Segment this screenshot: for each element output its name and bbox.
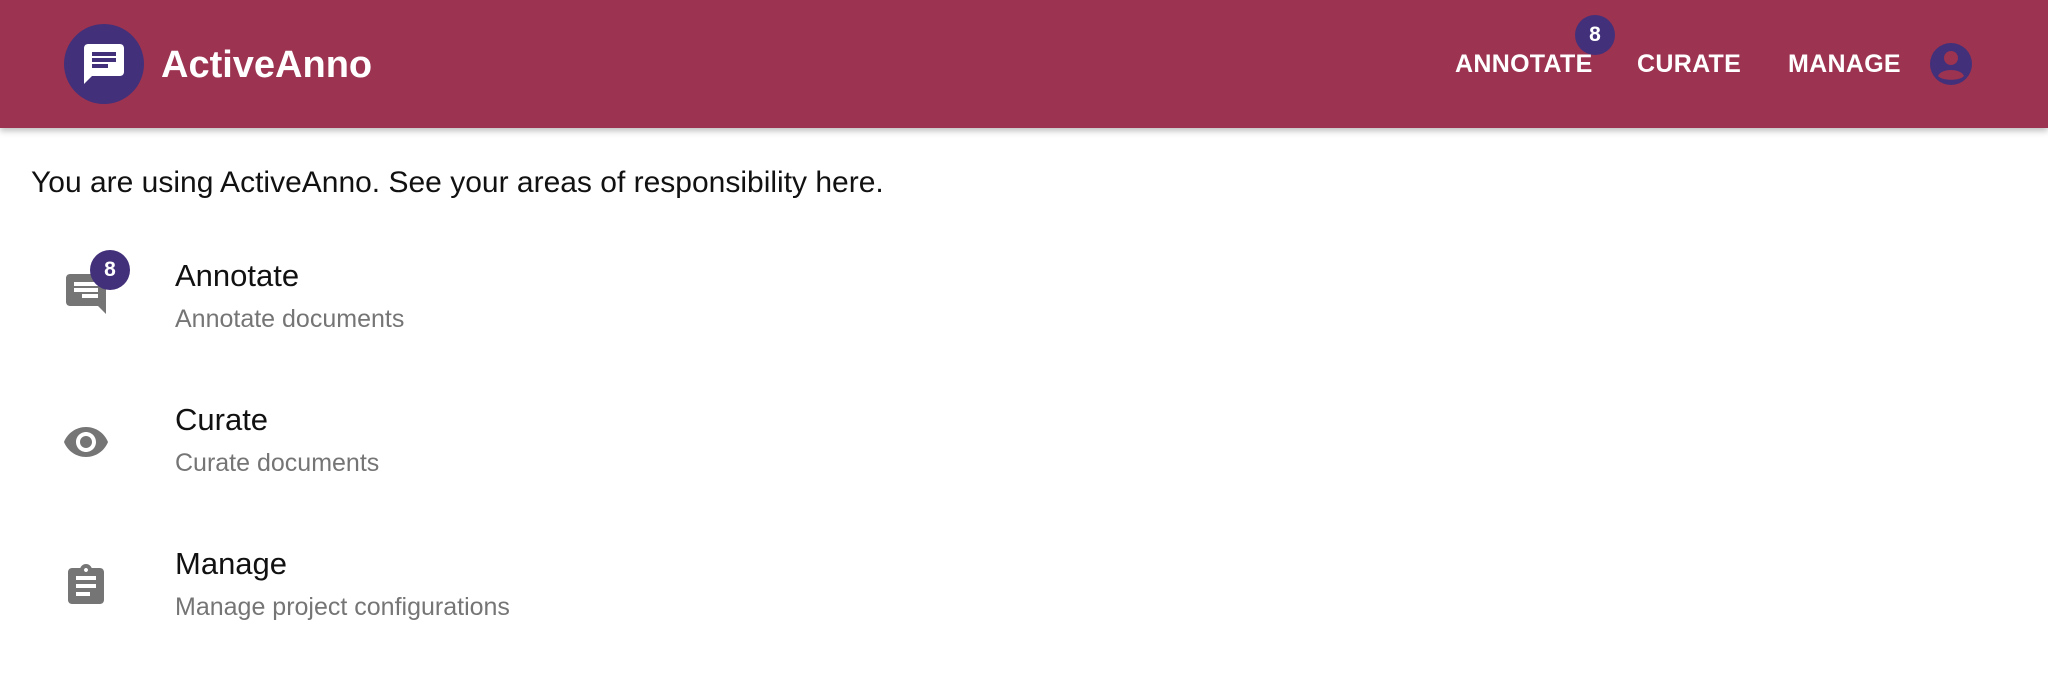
app-bar: ActiveAnno ANNOTATE 8 CURATE MANAGE	[0, 0, 2048, 128]
account-button[interactable]	[1930, 43, 1972, 85]
annotate-item-count-badge: 8	[90, 250, 130, 290]
chat-message-icon	[84, 44, 124, 84]
clipboard-icon	[68, 564, 104, 604]
account-circle-icon	[1930, 43, 1972, 85]
list-item-subtitle: Curate documents	[175, 449, 380, 477]
intro-text: You are using ActiveAnno. See your areas…	[31, 166, 884, 199]
app-title[interactable]: ActiveAnno	[161, 42, 372, 88]
annotate-count-badge: 8	[1575, 15, 1615, 55]
list-item-subtitle: Manage project configurations	[175, 593, 510, 621]
app-logo	[64, 24, 144, 104]
nav-curate-button[interactable]: CURATE	[1637, 45, 1741, 83]
nav-manage-button[interactable]: MANAGE	[1788, 45, 1901, 83]
list-item-title: Manage	[175, 546, 288, 581]
list-item-annotate[interactable]: 8 Annotate Annotate documents	[0, 244, 2048, 374]
list-item-subtitle: Annotate documents	[175, 305, 405, 333]
list-item-title: Curate	[175, 402, 269, 437]
eye-icon	[64, 427, 108, 457]
list-item-title: Annotate	[175, 258, 300, 293]
list-item-curate[interactable]: Curate Curate documents	[0, 388, 2048, 518]
list-item-manage[interactable]: Manage Manage project configurations	[0, 532, 2048, 662]
nav-annotate-button[interactable]: ANNOTATE	[1455, 45, 1593, 83]
